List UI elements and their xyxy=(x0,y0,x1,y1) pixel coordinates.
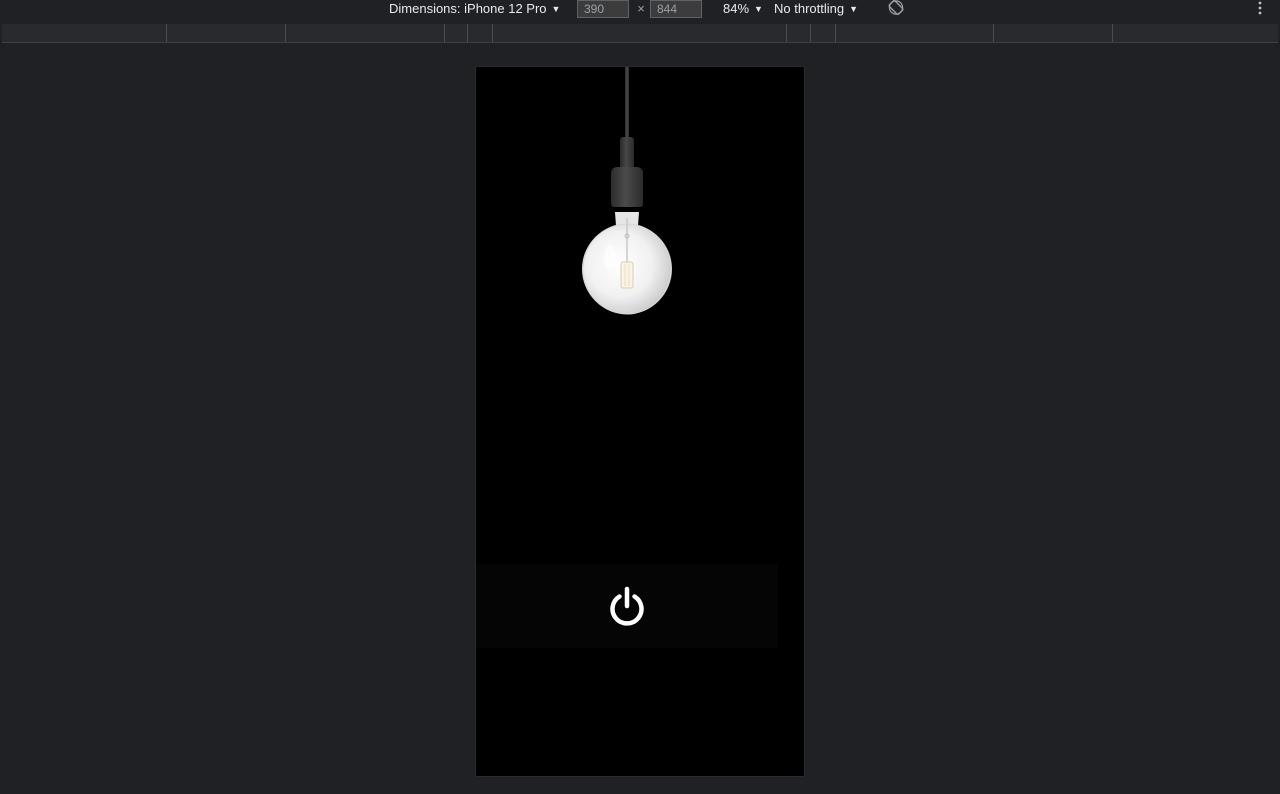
chevron-down-icon: ▼ xyxy=(754,4,763,14)
media-query-segment[interactable] xyxy=(786,24,787,42)
power-button[interactable] xyxy=(606,586,648,628)
zoom-label: 84% xyxy=(723,1,750,16)
power-icon xyxy=(610,586,644,626)
width-input[interactable] xyxy=(577,0,629,18)
media-query-segment[interactable] xyxy=(467,24,468,42)
light-bulb-icon xyxy=(582,212,672,315)
lamp-socket-neck xyxy=(620,137,634,171)
throttling-label: No throttling xyxy=(774,1,845,16)
media-query-segment[interactable] xyxy=(285,24,286,42)
rotate-device-icon[interactable] xyxy=(887,0,905,16)
dimension-separator: × xyxy=(637,1,645,16)
chevron-down-icon: ▼ xyxy=(551,4,561,14)
device-viewport xyxy=(476,67,804,776)
media-query-segment[interactable] xyxy=(1112,24,1113,42)
device-toolbar: Dimensions: iPhone 12 Pro ▼ × 84% ▼ No thr… xyxy=(0,0,1280,18)
media-query-segment[interactable] xyxy=(166,24,167,42)
media-query-segment[interactable] xyxy=(835,24,836,42)
height-input[interactable] xyxy=(650,0,702,18)
media-query-segment[interactable] xyxy=(492,24,493,42)
device-selector-label: Dimensions: iPhone 12 Pro xyxy=(389,1,547,16)
chevron-down-icon: ▼ xyxy=(849,4,859,14)
media-query-segment[interactable] xyxy=(810,24,811,42)
device-selector[interactable]: Dimensions: iPhone 12 Pro ▼ xyxy=(389,0,560,18)
media-query-segment[interactable] xyxy=(993,24,994,42)
more-options-icon[interactable] xyxy=(1254,0,1266,16)
zoom-selector[interactable]: 84% ▼ xyxy=(723,0,763,18)
media-query-segment[interactable] xyxy=(444,24,445,42)
lamp-cord xyxy=(625,67,629,139)
throttling-selector[interactable]: No throttling ▼ xyxy=(774,0,858,18)
lamp-socket xyxy=(611,167,643,207)
media-query-bar[interactable] xyxy=(2,24,1278,43)
